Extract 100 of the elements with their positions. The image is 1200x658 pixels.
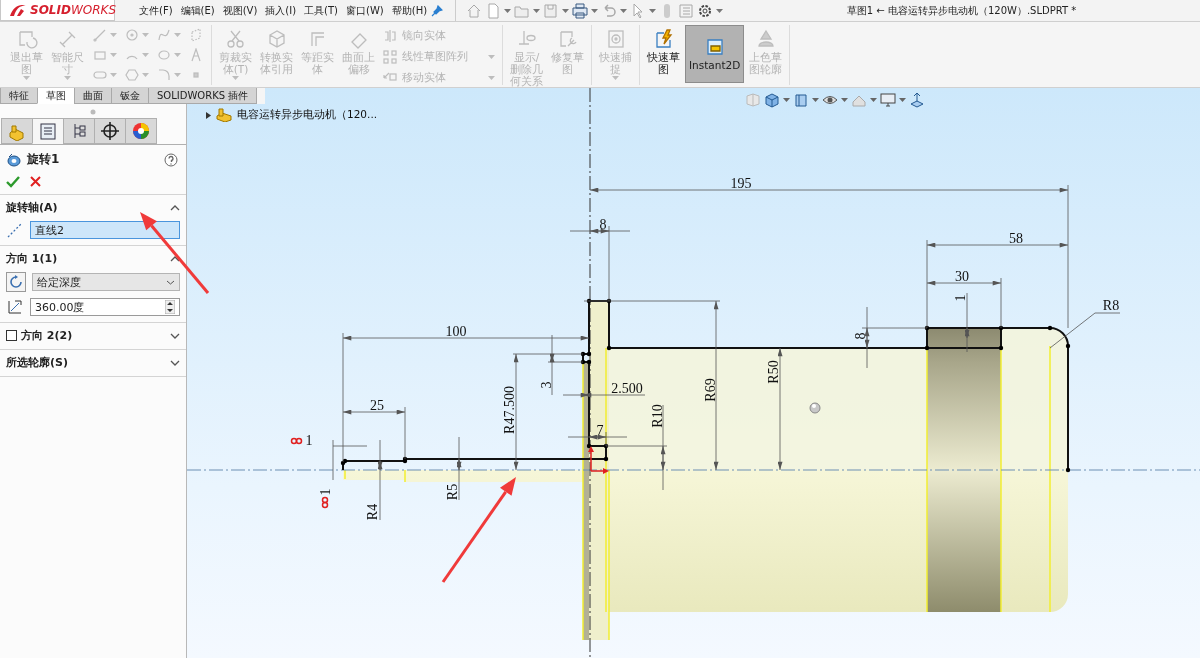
dimension-label[interactable]: 7 <box>596 422 604 438</box>
dimension-label[interactable]: 25 <box>370 397 384 413</box>
menu-item[interactable]: 文件(F) <box>135 3 177 18</box>
ribbon-tab[interactable]: 特征 <box>0 88 38 104</box>
expand-triangle-icon[interactable] <box>205 111 211 119</box>
window-title: 草图1 ← 电容运转异步电动机（120W）.SLDPRT * <box>845 3 1078 18</box>
section-title: 旋转轴(A) <box>6 200 59 215</box>
logo-panel[interactable]: SOLIDWORKS <box>0 0 115 21</box>
box-icon[interactable] <box>793 92 809 108</box>
caret-icon[interactable] <box>504 8 512 13</box>
menu-item[interactable]: 窗口(W) <box>342 3 388 18</box>
dimension-label[interactable]: R50 <box>765 360 781 384</box>
list-icon <box>38 121 58 141</box>
dimension-label[interactable]: 195 <box>730 175 752 191</box>
ribbon-button[interactable]: 快速草图 <box>644 25 683 83</box>
menu-item[interactable]: 帮助(H) <box>387 3 432 18</box>
dimension-label[interactable]: 1 <box>317 488 333 496</box>
cube-icon[interactable] <box>764 92 780 108</box>
check-icon[interactable] <box>6 176 20 188</box>
crosshair-icon <box>100 121 120 141</box>
dimension-label[interactable]: R10 <box>649 404 665 428</box>
chevron-icon[interactable] <box>170 332 180 339</box>
dimension-label[interactable]: 1 <box>305 432 313 448</box>
dimension-label[interactable]: 8 <box>599 216 607 232</box>
caret-icon[interactable] <box>620 8 628 13</box>
section-title: 所选轮廓(S) <box>6 355 69 370</box>
angle-field[interactable]: 360.00度 <box>30 298 180 316</box>
home-icon[interactable] <box>466 2 483 19</box>
feature-title: 旋转1 <box>27 151 61 168</box>
chevron-icon[interactable] <box>170 359 180 366</box>
selection-field[interactable]: 直线2 <box>30 221 180 239</box>
ribbon-tab[interactable]: 草图 <box>37 88 75 104</box>
constraint-icon <box>321 496 329 509</box>
caret-icon[interactable] <box>870 98 877 102</box>
rotate-arrow-icon <box>9 275 23 289</box>
checkbox[interactable] <box>6 330 17 341</box>
dimension-label[interactable]: R47.500 <box>501 386 517 434</box>
menu-item[interactable]: 工具(T) <box>300 3 343 18</box>
caret-icon[interactable] <box>841 98 848 102</box>
panel-tab[interactable] <box>94 118 126 144</box>
dimension-label[interactable]: 1 <box>952 294 968 302</box>
caret-icon[interactable] <box>533 8 541 13</box>
axis-line-icon <box>6 221 24 239</box>
axis-icon[interactable] <box>909 92 925 108</box>
caret-icon[interactable] <box>562 8 570 13</box>
color-wheel-icon <box>131 121 151 141</box>
chevron-icon[interactable] <box>170 255 180 262</box>
mirror-icon <box>383 29 397 43</box>
dimension-label[interactable]: 30 <box>955 268 969 284</box>
help-icon[interactable] <box>164 152 178 167</box>
caret-icon[interactable] <box>899 98 906 102</box>
dimension-label[interactable]: R69 <box>702 378 718 402</box>
undo-icon[interactable] <box>601 2 618 19</box>
origin-icon <box>588 446 609 474</box>
dimension-label[interactable]: 8 <box>852 332 868 340</box>
chevron-icon[interactable] <box>170 204 180 211</box>
caret-icon[interactable] <box>716 8 724 13</box>
menu-item[interactable]: 编辑(E) <box>176 3 219 18</box>
printer-icon[interactable] <box>572 2 589 19</box>
close-icon[interactable] <box>30 176 41 187</box>
caret-icon[interactable] <box>812 98 819 102</box>
sphere-icon <box>809 402 821 414</box>
ribbon-button[interactable]: Instant2D <box>685 25 745 83</box>
caret-icon[interactable] <box>649 8 657 13</box>
reverse-direction-button[interactable] <box>6 272 26 292</box>
dimension-label[interactable]: R5 <box>444 483 460 501</box>
dimension-label[interactable]: 100 <box>445 323 467 339</box>
part-icon <box>216 108 232 122</box>
panel-tab[interactable] <box>125 118 157 144</box>
sketch-profile[interactable] <box>340 298 1071 473</box>
dimension-label[interactable]: 58 <box>1009 230 1023 246</box>
pin-icon[interactable] <box>431 4 444 17</box>
dimension-label[interactable]: 2.500 <box>611 380 643 396</box>
grip-icon[interactable] <box>90 109 96 115</box>
section-title: 方向 2(2) <box>21 328 74 343</box>
ribbon-tab[interactable]: 曲面 <box>74 88 112 104</box>
logo-text: SOLIDWORKS <box>30 3 117 17</box>
caret-icon[interactable] <box>783 98 790 102</box>
ds-logo-icon <box>9 3 27 17</box>
save-icon[interactable] <box>543 2 560 19</box>
gear-icon[interactable] <box>697 2 714 19</box>
monitor-icon[interactable] <box>880 92 896 108</box>
spinner-icon[interactable] <box>165 300 175 314</box>
tree-item-label[interactable]: 电容运转异步电动机（120... <box>237 108 378 122</box>
menu-item[interactable]: 视图(V) <box>218 3 262 18</box>
dimension-label[interactable]: R8 <box>1102 297 1120 313</box>
document-icon[interactable] <box>485 2 502 19</box>
dimension-label[interactable]: 3 <box>538 381 554 389</box>
menu-item[interactable]: 插入(I) <box>261 3 301 18</box>
ribbon-tab[interactable]: SOLIDWORKS 插件 <box>148 88 258 104</box>
dimension-label[interactable]: R4 <box>364 503 380 521</box>
section-title: 方向 1(1) <box>6 251 59 266</box>
scissors-icon <box>224 28 247 50</box>
constraint-icon <box>290 437 303 445</box>
end-condition-dropdown[interactable]: 给定深度 <box>32 273 180 291</box>
caret-icon[interactable] <box>591 8 599 13</box>
revolve-icon <box>6 151 22 168</box>
chevron-icon <box>166 279 175 285</box>
pattern-icon <box>383 50 397 64</box>
ribbon-tab[interactable]: 钣金 <box>111 88 149 104</box>
